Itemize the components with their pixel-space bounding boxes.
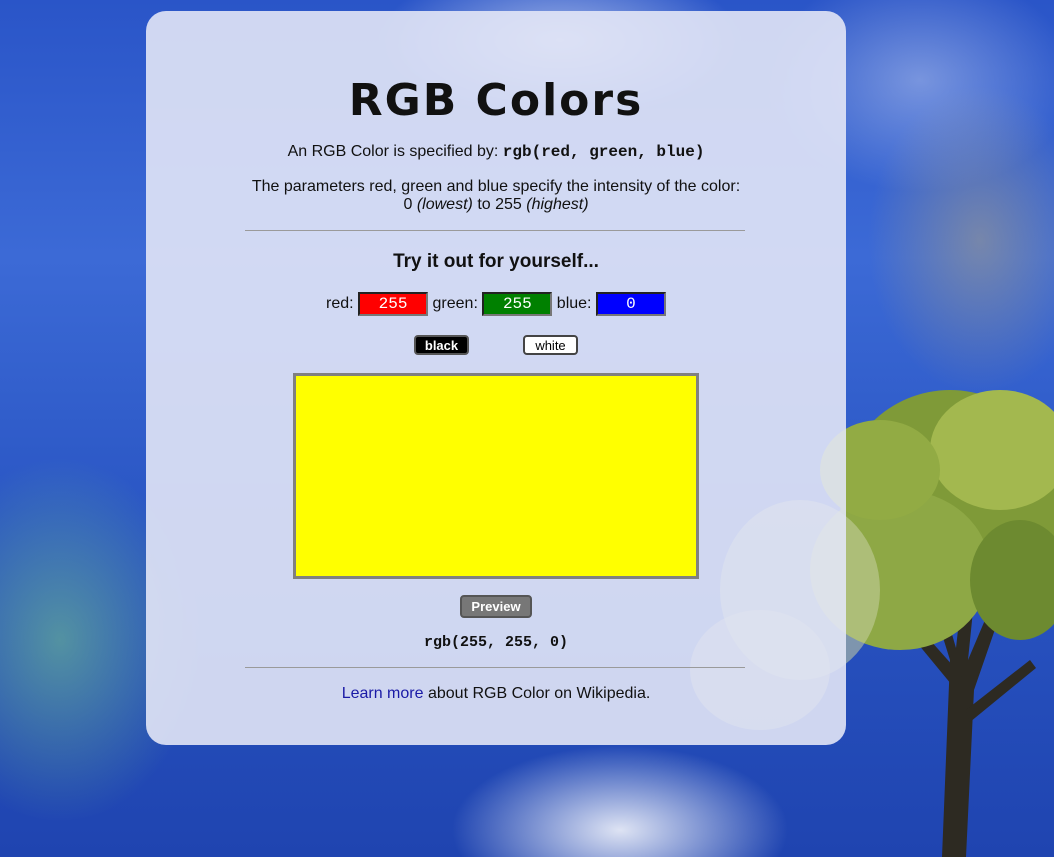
tryit-heading: Try it out for yourself... [393,251,599,272]
footer-text: about RGB Color on Wikipedia. [427,685,651,702]
intro-paragraph: An RGB Color is specified by: rgb(red, g… [146,143,846,161]
blue-label: blue: [556,295,592,313]
rgb-result: rgb(255, 255, 0) [423,634,569,651]
intro-text: An RGB Color is specified by: [287,143,499,160]
intro-code: rgb(red, green, blue) [502,143,705,161]
white-button[interactable]: white [523,335,578,355]
divider-bottom [245,667,745,668]
params-paragraph: The parameters red, green and blue speci… [146,178,846,214]
green-label: green: [432,295,478,313]
red-label: red: [326,295,354,313]
preview-button[interactable]: Preview [460,595,532,618]
params-low-label: (lowest) [416,196,473,213]
page-title: RGB Colors [348,75,644,126]
learn-more-link[interactable]: Learn more [342,685,424,702]
color-inputs: red: green: blue: [146,292,846,316]
params-high-label: (highest) [526,196,589,213]
content-card: RGB Colors An RGB Color is specified by:… [146,11,846,745]
color-preview-box [293,373,699,579]
params-to: to [477,196,491,213]
footer-line: Learn more about RGB Color on Wikipedia. [146,685,846,703]
divider-top [245,230,745,231]
params-line: The parameters red, green and blue speci… [251,178,741,195]
blue-input[interactable] [595,292,666,316]
params-low-value: 0 [403,196,413,213]
params-high-value: 255 [495,196,522,213]
black-button[interactable]: black [414,335,469,355]
green-input[interactable] [482,292,553,316]
red-input[interactable] [358,292,429,316]
